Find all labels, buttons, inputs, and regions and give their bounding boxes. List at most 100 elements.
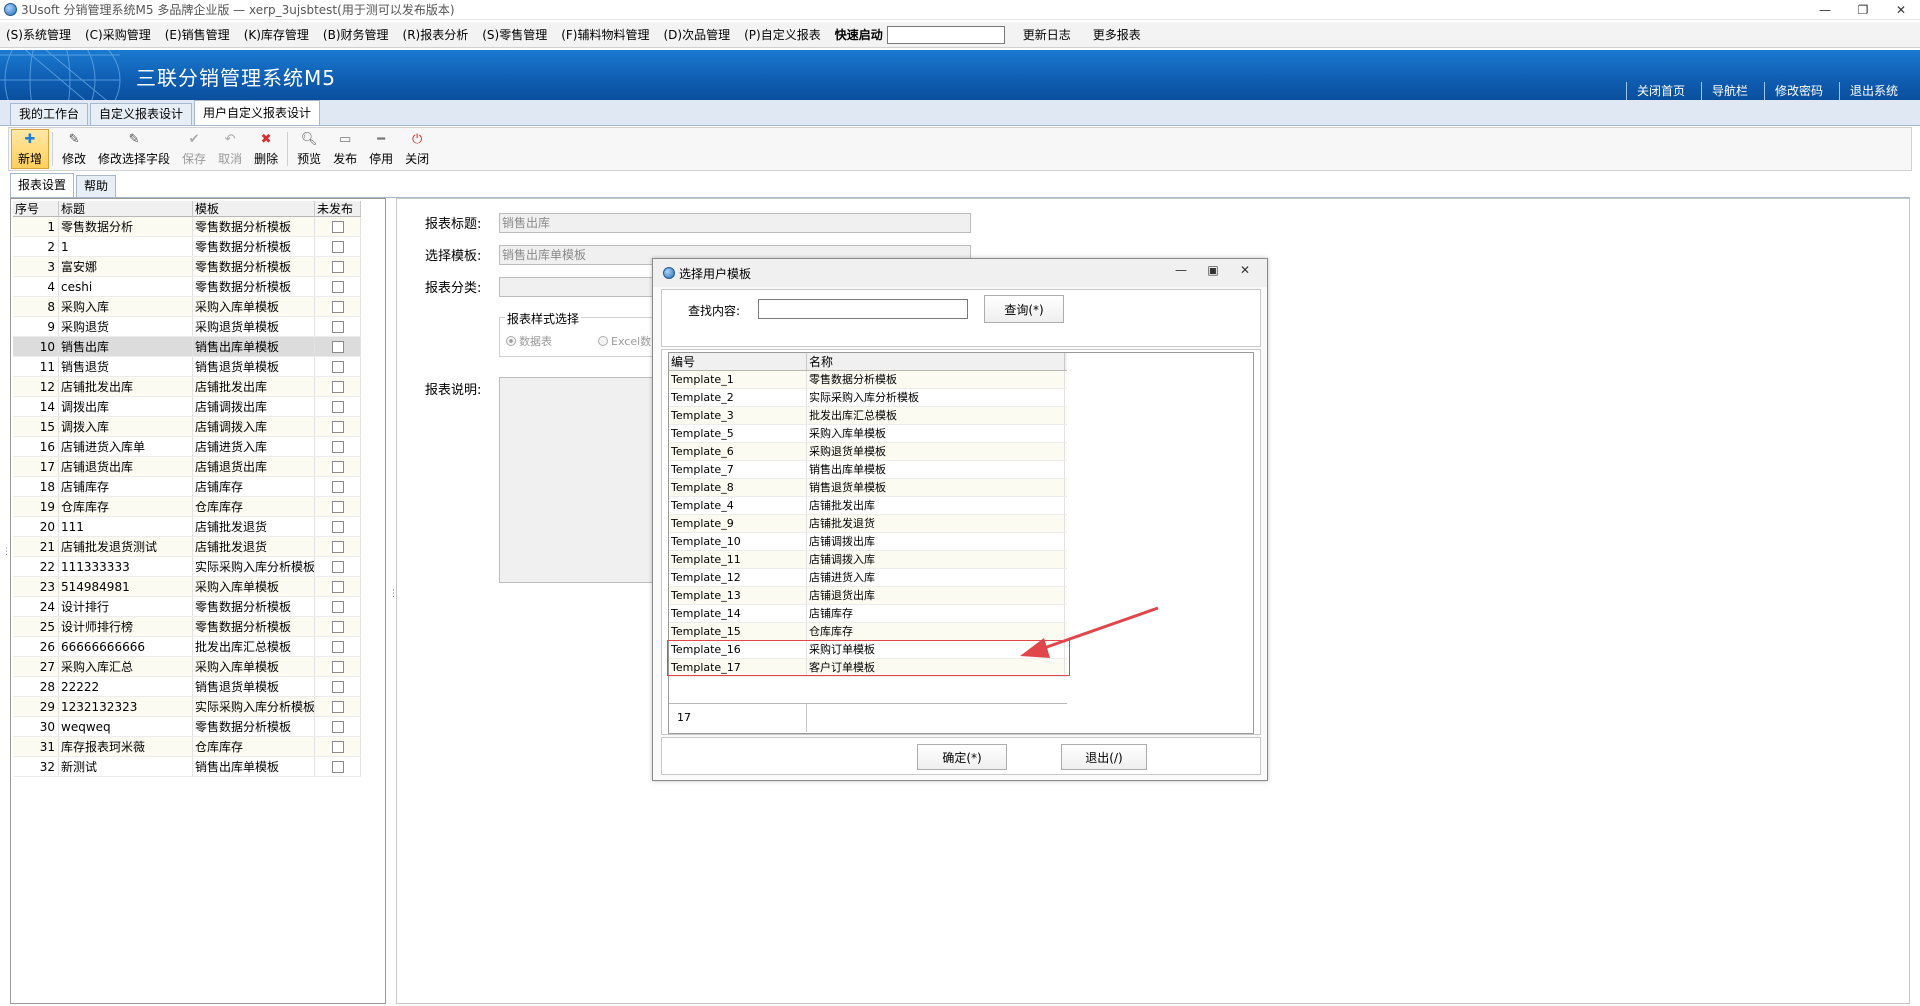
table-row[interactable]: 12 店铺批发出库 店铺批发出库 [13, 377, 361, 397]
table-row[interactable]: 4 ceshi 零售数据分析模板 [13, 277, 361, 297]
table-row[interactable]: 14 调拨出库 店铺调拨出库 [13, 397, 361, 417]
dialog-minimize-icon[interactable]: — [1165, 263, 1197, 277]
unpublished-checkbox[interactable] [331, 760, 344, 773]
table-row[interactable]: 23 514984981 采购入库单模板 [13, 577, 361, 597]
table-row[interactable]: 8 采购入库 采购入库单模板 [13, 297, 361, 317]
table-row[interactable]: 28 22222 销售退货单模板 [13, 677, 361, 697]
stop-button[interactable]: ━ 停用 [363, 129, 399, 169]
table-row[interactable]: 18 店铺库存 店铺库存 [13, 477, 361, 497]
style-datatable-radio[interactable]: 数据表 [506, 333, 552, 349]
table-row[interactable]: 10 销售出库 销售出库单模板 [13, 337, 361, 357]
table-row[interactable]: 21 店铺批发退货测试 店铺批发退货 [13, 537, 361, 557]
col-header-no[interactable]: 序号 [13, 201, 59, 216]
unpublished-checkbox[interactable] [331, 280, 344, 293]
menu-defective[interactable]: (D)次品管理 [664, 26, 731, 43]
table-row[interactable]: 20 111 店铺批发退货 [13, 517, 361, 537]
minimize-icon[interactable]: — [1806, 0, 1844, 20]
template-row[interactable]: Template_4 店铺批发出库 [669, 497, 1067, 515]
template-row[interactable]: Template_16 采购订单模板 [669, 641, 1067, 659]
style-excel-radio[interactable]: Excel数 [598, 333, 651, 349]
dialog-close-icon[interactable]: ✕ [1229, 263, 1261, 277]
template-row[interactable]: Template_9 店铺批发退货 [669, 515, 1067, 533]
menu-materials[interactable]: (F)辅料物料管理 [561, 26, 649, 43]
template-row[interactable]: Template_6 采购退货单模板 [669, 443, 1067, 461]
tab-help[interactable]: 帮助 [76, 175, 117, 197]
report-title-input[interactable]: 销售出库 [499, 213, 971, 233]
unpublished-checkbox[interactable] [331, 380, 344, 393]
col-header-template[interactable]: 模板 [193, 201, 315, 216]
table-row[interactable]: 19 仓库库存 仓库库存 [13, 497, 361, 517]
col-header-name[interactable]: 名称 [807, 353, 1065, 370]
template-row[interactable]: Template_13 店铺退货出库 [669, 587, 1067, 605]
unpublished-checkbox[interactable] [331, 560, 344, 573]
tab-report-settings[interactable]: 报表设置 [10, 173, 75, 197]
table-row[interactable]: 32 新测试 销售出库单模板 [13, 757, 361, 777]
more-reports-link[interactable]: 更多报表 [1093, 26, 1141, 43]
unpublished-checkbox[interactable] [331, 340, 344, 353]
unpublished-checkbox[interactable] [331, 680, 344, 693]
table-row[interactable]: 17 店铺退货出库 店铺退货出库 [13, 457, 361, 477]
tab-custom-report-design[interactable]: 自定义报表设计 [90, 103, 193, 125]
menu-reports[interactable]: (R)报表分析 [403, 26, 469, 43]
dialog-maximize-icon[interactable]: ▣ [1197, 263, 1229, 277]
table-row[interactable]: 1 零售数据分析 零售数据分析模板 [13, 217, 361, 237]
table-row[interactable]: 24 设计排行 零售数据分析模板 [13, 597, 361, 617]
template-row[interactable]: Template_12 店铺进货入库 [669, 569, 1067, 587]
publish-button[interactable]: ▭ 发布 [327, 129, 363, 169]
close-icon[interactable]: ✕ [1882, 0, 1920, 20]
template-row[interactable]: Template_8 销售退货单模板 [669, 479, 1067, 497]
table-row[interactable]: 25 设计师排行榜 零售数据分析模板 [13, 617, 361, 637]
menu-sales[interactable]: (E)销售管理 [165, 26, 230, 43]
tab-user-report-design[interactable]: 用户自定义报表设计 [194, 100, 321, 125]
table-row[interactable]: 3 富安娜 零售数据分析模板 [13, 257, 361, 277]
unpublished-checkbox[interactable] [331, 240, 344, 253]
col-header-code[interactable]: 编号 [669, 353, 807, 370]
table-row[interactable]: 26 66666666666 批发出库汇总模板 [13, 637, 361, 657]
menu-purchase[interactable]: (C)采购管理 [85, 26, 151, 43]
edit-button[interactable]: ✎ 修改 [56, 129, 92, 169]
template-row[interactable]: Template_2 实际采购入库分析模板 [669, 389, 1067, 407]
unpublished-checkbox[interactable] [331, 460, 344, 473]
cancel-button[interactable]: ↶ 取消 [212, 129, 248, 169]
ok-button[interactable]: 确定(*) [917, 744, 1007, 770]
unpublished-checkbox[interactable] [331, 600, 344, 613]
navigation-link[interactable]: 导航栏 [1700, 82, 1764, 100]
unpublished-checkbox[interactable] [331, 660, 344, 673]
save-button[interactable]: ✔ 保存 [176, 129, 212, 169]
restore-icon[interactable]: ❐ [1844, 0, 1882, 20]
unpublished-checkbox[interactable] [331, 400, 344, 413]
template-row[interactable]: Template_14 店铺库存 [669, 605, 1067, 623]
col-header-title[interactable]: 标题 [59, 201, 193, 216]
resize-handle[interactable]: ⋮ [2, 548, 11, 564]
menu-inventory[interactable]: (K)库存管理 [244, 26, 309, 43]
unpublished-checkbox[interactable] [331, 440, 344, 453]
template-row[interactable]: Template_11 店铺调拨入库 [669, 551, 1067, 569]
preview-button[interactable]: 🔍︎ 预览 [291, 129, 327, 169]
template-row[interactable]: Template_15 仓库库存 [669, 623, 1067, 641]
update-log-link[interactable]: 更新日志 [1023, 26, 1071, 43]
unpublished-checkbox[interactable] [331, 360, 344, 373]
delete-button[interactable]: ✖ 删除 [248, 129, 284, 169]
table-row[interactable]: 15 调拨入库 店铺调拨入库 [13, 417, 361, 437]
menu-retail[interactable]: (S)零售管理 [482, 26, 547, 43]
unpublished-checkbox[interactable] [331, 740, 344, 753]
change-password-link[interactable]: 修改密码 [1763, 82, 1839, 100]
table-row[interactable]: 29 1232132323 实际采购入库分析模板 [13, 697, 361, 717]
table-row[interactable]: 9 采购退货 采购退货单模板 [13, 317, 361, 337]
unpublished-checkbox[interactable] [331, 580, 344, 593]
quick-launch-input[interactable] [886, 25, 1005, 44]
exit-system-link[interactable]: 退出系统 [1838, 82, 1914, 100]
unpublished-checkbox[interactable] [331, 500, 344, 513]
unpublished-checkbox[interactable] [331, 480, 344, 493]
template-row[interactable]: Template_7 销售出库单模板 [669, 461, 1067, 479]
tab-workbench[interactable]: 我的工作台 [10, 103, 89, 125]
search-button[interactable]: 查询(*) [984, 295, 1064, 323]
unpublished-checkbox[interactable] [331, 520, 344, 533]
unpublished-checkbox[interactable] [331, 320, 344, 333]
template-row[interactable]: Template_10 店铺调拨出库 [669, 533, 1067, 551]
table-row[interactable]: 22 111333333 实际采购入库分析模板 [13, 557, 361, 577]
table-row[interactable]: 27 采购入库汇总 采购入库单模板 [13, 657, 361, 677]
menu-custom-report[interactable]: (P)自定义报表 [744, 26, 821, 43]
unpublished-checkbox[interactable] [331, 300, 344, 313]
unpublished-checkbox[interactable] [331, 700, 344, 713]
